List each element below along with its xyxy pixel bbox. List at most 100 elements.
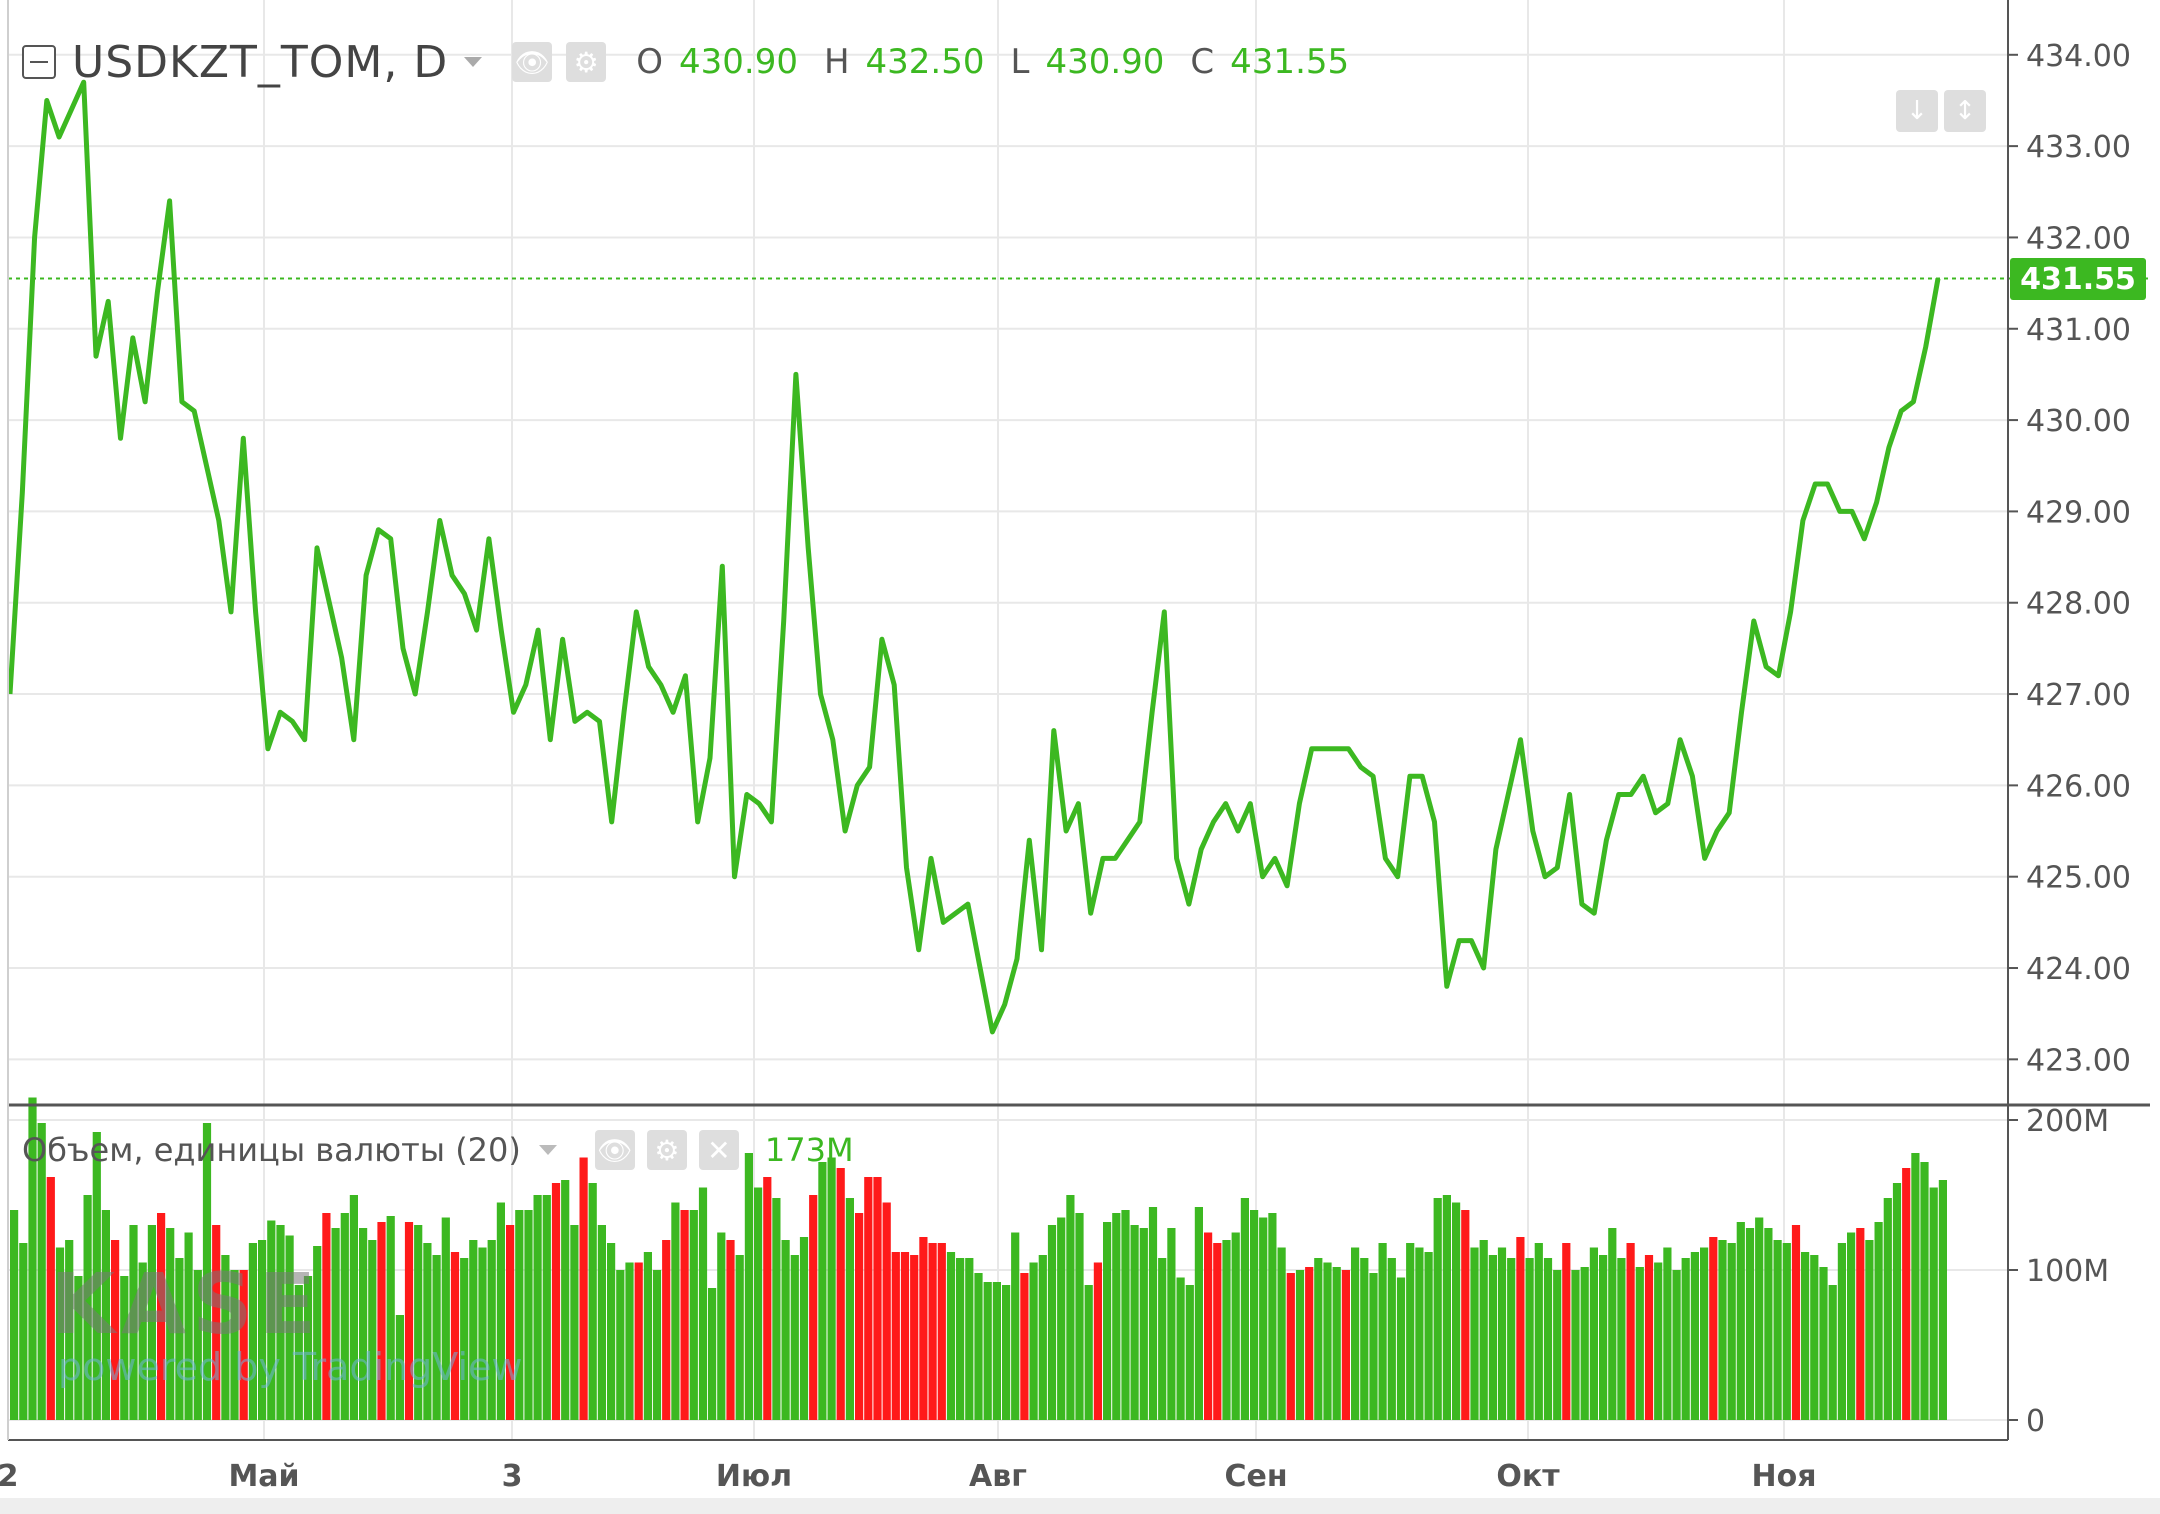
volume-bar-up [1929,1187,1938,1420]
volume-bar-up [10,1210,19,1420]
volume-bar-up [772,1198,781,1420]
volume-bar-up [1452,1202,1461,1420]
volume-bar-down [809,1195,818,1420]
volume-bar-down [919,1237,928,1420]
volume-bar-up [1231,1232,1240,1420]
volume-bar-down [662,1240,671,1420]
volume-bar-up [1571,1270,1580,1420]
volume-bar-up [1764,1228,1773,1420]
volume-bar-down [763,1177,772,1420]
volume-bar-down [891,1252,900,1420]
volume-bar-up [1828,1285,1837,1420]
volume-bar-down [680,1210,689,1420]
high-value: 432.50 [865,42,985,82]
volume-bar-up [1525,1258,1534,1420]
volume-bar-up [1745,1228,1755,1420]
y-tick-label: 429.00 [2026,495,2131,530]
y-tick-label: 427.00 [2026,678,2131,713]
volume-bar-down [404,1222,414,1420]
volume-tick-label: 0 [2026,1404,2045,1439]
eye-icon[interactable]: 👁 [594,1130,635,1170]
volume-bar-up [1075,1213,1084,1420]
volume-bar-up [1029,1262,1038,1420]
volume-bar-up [1158,1258,1167,1420]
volume-bar-up [1057,1217,1066,1420]
volume-bar-down [937,1243,946,1420]
powered-by-text: powered by TradingView [58,1345,523,1389]
volume-bar-up [1736,1222,1745,1420]
volume-bar-up [1681,1258,1690,1420]
collapse-toggle-button[interactable] [22,45,56,79]
volume-bar-up [1837,1243,1846,1420]
volume-bar-up [1608,1228,1617,1420]
volume-bar-up [423,1243,432,1420]
volume-bar-up [956,1258,965,1420]
volume-bar-up [1002,1285,1011,1420]
volume-bar-down [1341,1270,1350,1420]
low-label: L [1010,42,1030,82]
gear-icon[interactable]: ⚙ [566,42,607,82]
volume-bar-up [1103,1222,1112,1420]
volume-bar-up [1148,1207,1158,1420]
gear-icon[interactable]: ⚙ [646,1130,687,1170]
volume-bar-down [882,1202,891,1420]
y-tick-label: 430.00 [2026,404,2131,439]
volume-bar-up [533,1195,542,1420]
arrow-down-icon[interactable]: ↓ [1896,90,1938,132]
volume-bar-up [1635,1267,1644,1420]
volume-bar-up [561,1180,570,1420]
volume-bar-up [478,1247,487,1420]
volume-bar-up [1277,1247,1286,1420]
volume-bar-up [570,1225,579,1420]
volume-bar-down [864,1177,873,1420]
volume-bar-down [1902,1168,1911,1420]
volume-bar-up [1250,1210,1259,1420]
volume-bar-up [827,1157,836,1420]
volume-bar-up [717,1232,726,1420]
volume-bar-up [1323,1262,1332,1420]
volume-bar-down [1286,1273,1295,1420]
volume-bar-down [450,1252,460,1420]
chart-canvas: 2 Май 3 Июл Авг Сен Окт Ноя 423.00 424.00 425.00 42… [0,0,2160,1514]
volume-bar-up [616,1270,625,1420]
eye-icon[interactable]: 👁 [512,42,553,82]
close-icon[interactable]: ✕ [698,1130,739,1170]
symbol-title[interactable]: USDKZT_TOM, D [72,37,448,88]
volume-bar-up [735,1255,744,1420]
volume-bar-up [542,1195,551,1420]
bottom-strip [0,1498,2160,1514]
volume-legend: Объем, единицы валюты (20) 👁 ⚙ ✕ 173M [22,1130,854,1170]
volume-bar-down [836,1168,845,1420]
volume-bar-up [597,1225,606,1420]
chevron-down-icon[interactable] [464,57,483,67]
volume-bar-up [487,1240,496,1420]
volume-bar-up [1920,1162,1929,1420]
volume-bar-up [652,1270,662,1420]
volume-bar-up [1442,1195,1451,1420]
volume-indicator-label[interactable]: Объем, единицы валюты (20) [22,1131,521,1169]
volume-bar-up [1507,1258,1516,1420]
volume-bar-up [643,1252,652,1420]
x-tick-label: Сен [1224,1459,1287,1494]
volume-bar-up [992,1282,1001,1420]
volume-bar-up [1865,1240,1874,1420]
high-label: H [823,42,850,82]
volume-bar-up [1690,1252,1699,1420]
volume-bar-up [1755,1217,1764,1420]
volume-bar-up [1497,1247,1507,1420]
volume-bar-up [1112,1213,1121,1420]
kase-logo: KASE [50,1255,322,1353]
open-value: 430.90 [678,42,798,82]
volume-bar-up [1167,1228,1176,1420]
volume-bar-down [910,1255,919,1420]
volume-bar-up [754,1187,763,1420]
volume-bar-up [588,1183,597,1420]
volume-bar-up [414,1225,423,1420]
volume-bar-up [1911,1153,1920,1420]
volume-bar-up [19,1243,28,1420]
volume-bar-down [506,1225,515,1420]
volume-bar-up [1663,1247,1672,1420]
arrows-vertical-icon[interactable]: ↕ [1944,90,1986,132]
volume-bar-down [928,1243,937,1420]
chevron-down-icon[interactable] [538,1145,557,1155]
